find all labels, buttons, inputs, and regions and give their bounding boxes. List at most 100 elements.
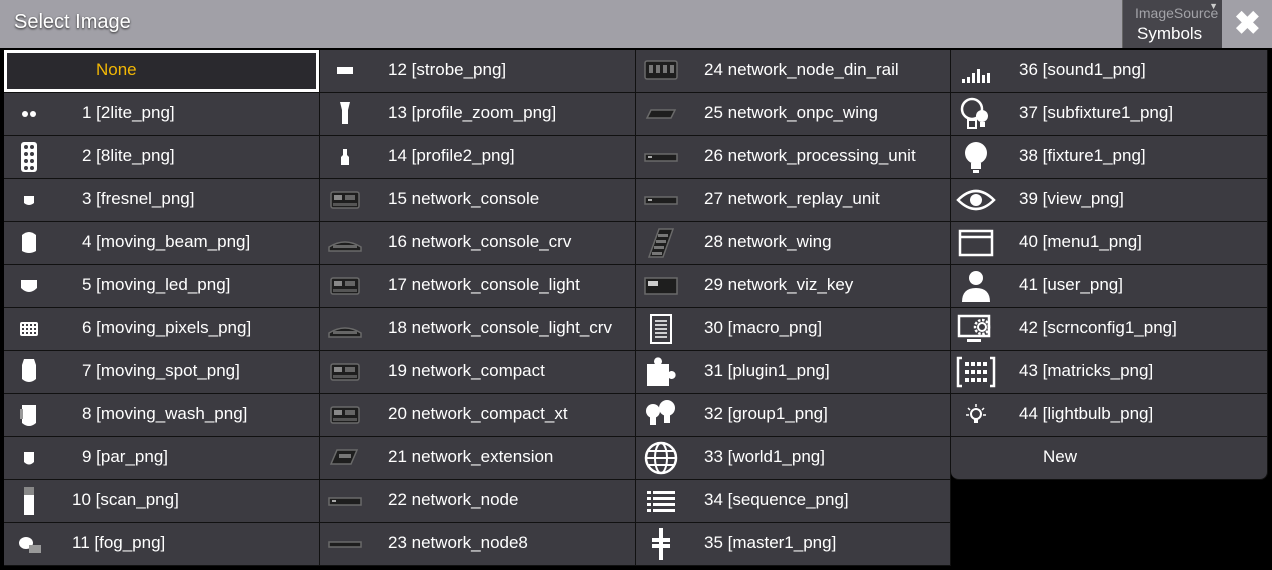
image-item-label: 16 network_console_crv <box>388 232 572 251</box>
new-image-button[interactable]: New <box>951 437 1268 480</box>
image-item-13-profile-zoom-png[interactable]: 13 [profile_zoom_png] <box>320 93 636 136</box>
image-source-button[interactable]: ImageSource Symbols ▼ <box>1122 0 1222 48</box>
image-item-40-menu1-png[interactable]: 40 [menu1_png] <box>951 222 1268 265</box>
image-item-8-moving-wash-png[interactable]: 8 [moving_wash_png] <box>4 394 320 437</box>
image-item-1-2lite-png[interactable]: 1 [2lite_png] <box>4 93 320 136</box>
macro-icon <box>636 308 686 350</box>
2lite-icon <box>4 93 54 135</box>
image-item-38-fixture1-png[interactable]: 38 [fixture1_png] <box>951 136 1268 179</box>
group-icon <box>636 394 686 436</box>
image-item-21-network-extension[interactable]: 21 network_extension <box>320 437 636 480</box>
image-item-17-network-console-light[interactable]: 17 network_console_light <box>320 265 636 308</box>
image-item-37-subfixture1-png[interactable]: 37 [subfixture1_png] <box>951 93 1268 136</box>
image-item-5-moving-led-png[interactable]: 5 [moving_led_png] <box>4 265 320 308</box>
image-item-35-master1-png[interactable]: 35 [master1_png] <box>636 523 951 566</box>
image-item-18-network-console-light-crv[interactable]: 18 network_console_light_crv <box>320 308 636 351</box>
image-item-32-group1-png[interactable]: 32 [group1_png] <box>636 394 951 437</box>
scan-icon <box>4 480 54 522</box>
image-item-6-moving-pixels-png[interactable]: 6 [moving_pixels_png] <box>4 308 320 351</box>
image-item-4-moving-beam-png[interactable]: 4 [moving_beam_png] <box>4 222 320 265</box>
image-item-label: 7 [moving_spot_png] <box>82 361 240 380</box>
image-item-label: 4 [moving_beam_png] <box>82 232 251 251</box>
image-item-2-8lite-png[interactable]: 2 [8lite_png] <box>4 136 320 179</box>
image-item-41-user-png[interactable]: 41 [user_png] <box>951 265 1268 308</box>
menu-icon <box>951 222 1001 264</box>
image-item-label: 32 [group1_png] <box>704 404 828 423</box>
image-item-14-profile2-png[interactable]: 14 [profile2_png] <box>320 136 636 179</box>
none-option[interactable]: None <box>4 50 320 93</box>
fresnel-icon <box>4 179 54 221</box>
image-item-label: 26 network_processing_unit <box>704 146 916 165</box>
sequence-icon <box>636 480 686 522</box>
image-item-33-world1-png[interactable]: 33 [world1_png] <box>636 437 951 480</box>
image-item-label: 42 [scrnconfig1_png] <box>1019 318 1177 337</box>
image-item-label: 27 network_replay_unit <box>704 189 880 208</box>
image-item-31-plugin1-png[interactable]: 31 [plugin1_png] <box>636 351 951 394</box>
image-item-20-network-compact-xt[interactable]: 20 network_compact_xt <box>320 394 636 437</box>
network-console-light-icon <box>320 265 370 307</box>
user-icon <box>951 265 1001 307</box>
image-item-label: 1 [2lite_png] <box>82 103 175 122</box>
image-item-label: 39 [view_png] <box>1019 189 1124 208</box>
image-item-label: None <box>96 60 137 79</box>
fixture-icon <box>951 136 1001 178</box>
image-item-28-network-wing[interactable]: 28 network_wing <box>636 222 951 265</box>
network-compact-icon <box>320 351 370 393</box>
8lite-icon <box>4 136 54 178</box>
image-item-label: 11 [fog_png] <box>72 533 166 552</box>
image-item-label: 34 [sequence_png] <box>704 490 849 509</box>
image-item-29-network-viz-key[interactable]: 29 network_viz_key <box>636 265 951 308</box>
image-item-42-scrnconfig1-png[interactable]: 42 [scrnconfig1_png] <box>951 308 1268 351</box>
image-item-26-network-processing-unit[interactable]: 26 network_processing_unit <box>636 136 951 179</box>
network-node8-icon <box>320 523 370 565</box>
image-item-44-lightbulb-png[interactable]: 44 [lightbulb_png] <box>951 394 1268 437</box>
image-item-label: 43 [matricks_png] <box>1019 361 1154 380</box>
image-item-11-fog-png[interactable]: 11 [fog_png] <box>4 523 320 566</box>
image-item-label: 18 network_console_light_crv <box>388 318 612 337</box>
window-title: Select Image <box>14 11 131 33</box>
world-icon <box>636 437 686 479</box>
image-item-label: 25 network_onpc_wing <box>704 103 878 122</box>
sound-icon <box>951 50 1001 92</box>
close-button[interactable]: ✖ <box>1224 0 1272 48</box>
image-item-30-macro-png[interactable]: 30 [macro_png] <box>636 308 951 351</box>
image-item-24-network-node-din-rail[interactable]: 24 network_node_din_rail <box>636 50 951 93</box>
image-item-16-network-console-crv[interactable]: 16 network_console_crv <box>320 222 636 265</box>
image-item-label: 9 [par_png] <box>82 447 169 466</box>
image-item-43-matricks-png[interactable]: 43 [matricks_png] <box>951 351 1268 394</box>
par-icon <box>4 437 54 479</box>
moving-beam-icon <box>4 222 54 264</box>
image-item-label: 41 [user_png] <box>1019 275 1123 294</box>
image-item-27-network-replay-unit[interactable]: 27 network_replay_unit <box>636 179 951 222</box>
image-item-22-network-node[interactable]: 22 network_node <box>320 480 636 523</box>
image-item-25-network-onpc-wing[interactable]: 25 network_onpc_wing <box>636 93 951 136</box>
close-icon: ✖ <box>1234 5 1261 41</box>
dropdown-arrow-icon: ▼ <box>1209 1 1218 11</box>
image-item-label: 23 network_node8 <box>388 533 528 552</box>
subfixture-icon <box>951 93 1001 135</box>
image-item-19-network-compact[interactable]: 19 network_compact <box>320 351 636 394</box>
image-item-label: 22 network_node <box>388 490 519 509</box>
matricks-icon <box>951 351 1001 393</box>
image-item-3-fresnel-png[interactable]: 3 [fresnel_png] <box>4 179 320 222</box>
image-item-10-scan-png[interactable]: 10 [scan_png] <box>4 480 320 523</box>
title-bar[interactable]: Select Image <box>0 0 1272 48</box>
image-item-label: 24 network_node_din_rail <box>704 60 899 79</box>
image-item-9-par-png[interactable]: 9 [par_png] <box>4 437 320 480</box>
image-item-label: 36 [sound1_png] <box>1019 60 1146 79</box>
image-item-36-sound1-png[interactable]: 36 [sound1_png] <box>951 50 1268 93</box>
image-item-12-strobe-png[interactable]: 12 [strobe_png] <box>320 50 636 93</box>
image-item-7-moving-spot-png[interactable]: 7 [moving_spot_png] <box>4 351 320 394</box>
strobe-icon <box>320 50 370 92</box>
image-item-label: 3 [fresnel_png] <box>82 189 195 208</box>
image-item-34-sequence-png[interactable]: 34 [sequence_png] <box>636 480 951 523</box>
network-console-crv-icon <box>320 222 370 264</box>
image-item-23-network-node8[interactable]: 23 network_node8 <box>320 523 636 566</box>
image-item-label: 2 [8lite_png] <box>82 146 175 165</box>
image-item-15-network-console[interactable]: 15 network_console <box>320 179 636 222</box>
image-item-label: 37 [subfixture1_png] <box>1019 103 1174 122</box>
profile2-icon <box>320 136 370 178</box>
moving-wash-icon <box>4 394 54 436</box>
image-item-label: 44 [lightbulb_png] <box>1019 404 1154 423</box>
image-item-39-view-png[interactable]: 39 [view_png] <box>951 179 1268 222</box>
